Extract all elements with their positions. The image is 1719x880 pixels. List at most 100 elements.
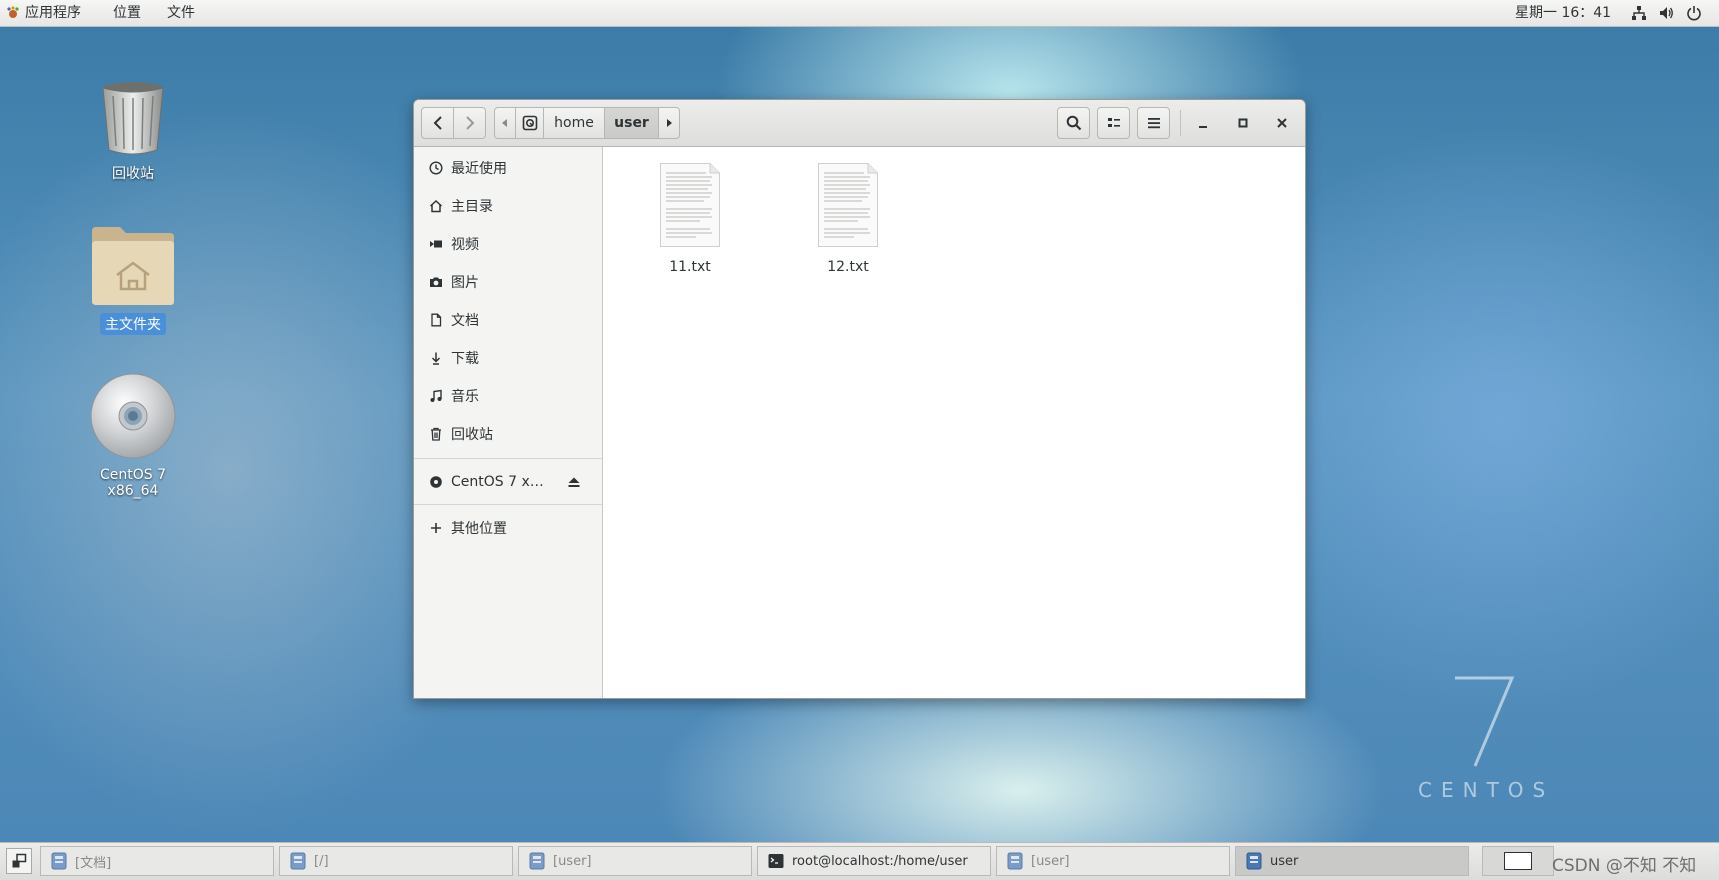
- sidebar-item-label: 其他位置: [451, 521, 507, 537]
- applications-menu-label: 应用程序: [25, 5, 81, 21]
- centos-watermark-number: [1455, 676, 1515, 767]
- close-icon: [1277, 118, 1287, 128]
- sidebar-item-label: 回收站: [451, 427, 493, 443]
- file-name: 11.txt: [669, 259, 711, 275]
- file-manager-window: home user 最近使用 主目录 视频 图片 文档 下载 音乐 回收站 Ce…: [413, 99, 1306, 699]
- sidebar-separator: [414, 458, 602, 459]
- sidebar-item-recent[interactable]: 最近使用: [414, 150, 602, 186]
- places-sidebar: 最近使用 主目录 视频 图片 文档 下载 音乐 回收站 CentOS 7 x… …: [414, 147, 603, 698]
- path-scroll-left-button[interactable]: [494, 107, 516, 139]
- file-item[interactable]: 12.txt: [793, 163, 903, 275]
- trash-icon: [428, 426, 444, 442]
- text-file-icon: [818, 163, 878, 247]
- file-name: 12.txt: [827, 259, 869, 275]
- task-window-user-2[interactable]: [user]: [996, 846, 1230, 876]
- sidebar-item-label: 主目录: [451, 199, 493, 215]
- file-view[interactable]: 11.txt 12.txt: [603, 147, 1305, 698]
- sidebar-item-trash[interactable]: 回收站: [414, 416, 602, 452]
- path-crumb-home[interactable]: home: [543, 107, 605, 139]
- files-menu[interactable]: 文件: [167, 4, 195, 22]
- desktop-trash[interactable]: 回收站: [68, 80, 198, 184]
- view-mode-button[interactable]: [1097, 107, 1130, 139]
- header-separator: [1180, 110, 1181, 136]
- chevron-right-icon: [465, 116, 474, 130]
- triangle-right-icon: [667, 119, 672, 127]
- minimize-button[interactable]: [1192, 112, 1214, 134]
- disc-icon: [428, 474, 444, 490]
- menu-button[interactable]: [1137, 107, 1170, 139]
- disc-icon: [90, 373, 176, 459]
- centos-watermark-word: CENTOS: [1418, 778, 1555, 802]
- desktop-cdrom[interactable]: CentOS 7 x86_64: [68, 372, 198, 500]
- home-folder-icon: [92, 227, 174, 305]
- workspace-1[interactable]: [1504, 852, 1532, 870]
- path-scroll-right-button[interactable]: [658, 107, 680, 139]
- file-manager-icon: [529, 852, 545, 870]
- sidebar-item-label: 音乐: [451, 389, 479, 405]
- sidebar-item-label: CentOS 7 x…: [451, 474, 544, 490]
- path-crumb-user[interactable]: user: [604, 107, 659, 139]
- video-icon: [428, 236, 444, 252]
- task-label: [user]: [1031, 853, 1070, 869]
- sidebar-item-label: 视频: [451, 237, 479, 253]
- top-bar: 应用程序 位置 文件 星期一 16：41: [0, 0, 1719, 27]
- sidebar-item-music[interactable]: 音乐: [414, 378, 602, 414]
- desktop-cdrom-label: CentOS 7 x86_64: [99, 467, 166, 499]
- back-button[interactable]: [421, 107, 454, 139]
- sidebar-item-centos-disc[interactable]: CentOS 7 x…: [414, 464, 602, 500]
- file-manager-icon: [290, 852, 306, 870]
- sidebar-item-documents[interactable]: 文档: [414, 302, 602, 338]
- header-bar: home user: [414, 100, 1305, 147]
- show-desktop-button[interactable]: [6, 848, 32, 874]
- task-window-root[interactable]: [/]: [279, 846, 513, 876]
- music-icon: [428, 388, 444, 404]
- sidebar-item-other-locations[interactable]: 其他位置: [414, 510, 602, 546]
- task-window-documents[interactable]: [文档]: [40, 846, 274, 876]
- file-item[interactable]: 11.txt: [635, 163, 745, 275]
- sidebar-item-label: 文档: [451, 313, 479, 329]
- task-window-user-active[interactable]: user: [1235, 846, 1469, 876]
- desktop-home-folder[interactable]: 主文件夹: [68, 225, 198, 335]
- show-desktop-icon: [12, 853, 27, 868]
- recent-icon: [428, 160, 444, 176]
- path-root-button[interactable]: [515, 107, 544, 139]
- sidebar-item-home[interactable]: 主目录: [414, 188, 602, 224]
- plus-icon: [428, 520, 444, 536]
- task-label: [文档]: [75, 855, 112, 871]
- search-button[interactable]: [1057, 107, 1090, 139]
- sidebar-item-label: 最近使用: [451, 161, 507, 177]
- workspace-switcher[interactable]: [1482, 846, 1554, 876]
- search-icon: [1066, 115, 1081, 131]
- camera-icon: [428, 274, 444, 290]
- forward-button[interactable]: [453, 107, 486, 139]
- network-icon[interactable]: [1631, 5, 1647, 21]
- sidebar-item-label: 下载: [451, 351, 479, 367]
- eject-icon[interactable]: [566, 474, 582, 490]
- terminal-icon: [768, 854, 784, 868]
- task-window-terminal[interactable]: root@localhost:/home/user: [757, 846, 991, 876]
- close-button[interactable]: [1271, 112, 1293, 134]
- desktop-trash-label: 回收站: [112, 166, 154, 182]
- task-label: [user]: [553, 853, 592, 869]
- sidebar-item-label: 图片: [451, 275, 479, 291]
- sidebar-item-pictures[interactable]: 图片: [414, 264, 602, 300]
- triangle-left-icon: [502, 119, 507, 127]
- sidebar-item-videos[interactable]: 视频: [414, 226, 602, 262]
- task-window-user-1[interactable]: [user]: [518, 846, 752, 876]
- minimize-icon: [1199, 126, 1207, 128]
- text-file-icon: [660, 163, 720, 247]
- clock[interactable]: 星期一 16：41: [1515, 4, 1611, 22]
- volume-icon[interactable]: [1658, 5, 1674, 21]
- home-icon: [428, 198, 444, 214]
- task-label: user: [1270, 853, 1299, 869]
- applications-menu[interactable]: 应用程序: [6, 4, 81, 22]
- places-menu[interactable]: 位置: [113, 4, 141, 22]
- file-manager-icon: [1007, 852, 1023, 870]
- download-icon: [428, 350, 444, 366]
- maximize-button[interactable]: [1232, 112, 1254, 134]
- power-icon[interactable]: [1686, 5, 1702, 21]
- sidebar-item-downloads[interactable]: 下载: [414, 340, 602, 376]
- sidebar-separator: [414, 504, 602, 505]
- csdn-watermark: CSDN @不知 不知: [1552, 856, 1697, 876]
- gnome-foot-icon: [7, 6, 19, 18]
